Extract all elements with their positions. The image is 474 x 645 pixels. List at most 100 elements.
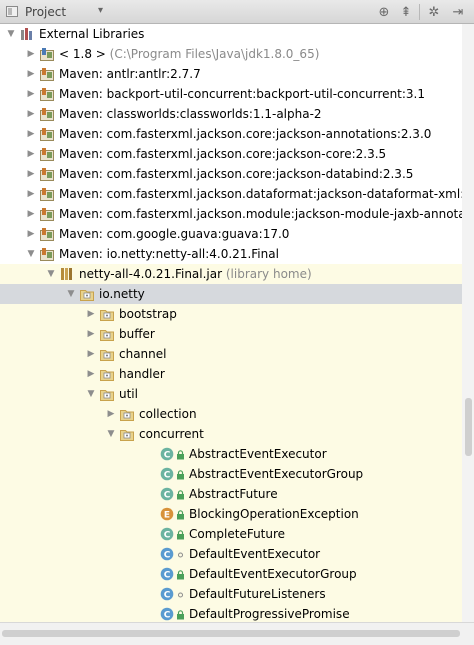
tree-node-label: buffer bbox=[119, 327, 155, 341]
abstract-class-icon: C bbox=[160, 527, 174, 541]
lock-icon bbox=[176, 529, 190, 543]
tree-node-label: util bbox=[119, 387, 138, 401]
tree-node[interactable]: ▶ bootstrap bbox=[0, 304, 462, 324]
tree-node[interactable]: C DefaultEventExecutorGroup bbox=[0, 564, 462, 584]
exception-icon: E bbox=[160, 507, 174, 521]
library-icon bbox=[40, 87, 54, 101]
tree-node[interactable]: ▼ netty-all-4.0.21.Final.jar (library hom… bbox=[0, 264, 462, 284]
tree-node-label: concurrent bbox=[139, 427, 204, 441]
expand-arrow-right-icon[interactable]: ▶ bbox=[26, 108, 36, 120]
tree-node-label: DefaultFutureListeners bbox=[189, 587, 326, 601]
tree-node[interactable]: C DefaultFutureListeners bbox=[0, 584, 462, 604]
tree-node[interactable]: ▼ io.netty bbox=[0, 284, 462, 304]
expand-arrow-right-icon[interactable]: ▶ bbox=[86, 308, 96, 320]
svg-text:C: C bbox=[164, 550, 171, 560]
jar-icon bbox=[60, 267, 74, 281]
tree-node[interactable]: ▶ channel bbox=[0, 344, 462, 364]
tree-node[interactable]: C DefaultProgressivePromise bbox=[0, 604, 462, 622]
lock-icon bbox=[176, 569, 190, 583]
horizontal-scrollbar-thumb[interactable] bbox=[2, 630, 460, 637]
tree-node[interactable]: ▶ handler bbox=[0, 364, 462, 384]
tree-node[interactable]: C AbstractEventExecutor bbox=[0, 444, 462, 464]
library-icon bbox=[40, 147, 54, 161]
tree-node[interactable]: ▶ < 1.8 > (C:\Program Files\Java\jdk1.8.0… bbox=[0, 44, 462, 64]
tree-node[interactable]: ▶ Maven: com.fasterxml.jackson.module:jac… bbox=[0, 204, 462, 224]
tree-node-label: < 1.8 > (C:\Program Files\Java\jdk1.8.0_… bbox=[59, 47, 320, 61]
tree-node-label: DefaultProgressivePromise bbox=[189, 607, 350, 621]
tree-node[interactable]: ▼ concurrent bbox=[0, 424, 462, 444]
tree-node[interactable]: ▶ buffer bbox=[0, 324, 462, 344]
tree-node-label: DefaultEventExecutorGroup bbox=[189, 567, 357, 581]
horizontal-scrollbar[interactable] bbox=[0, 622, 474, 645]
tree-node-label: AbstractEventExecutorGroup bbox=[189, 467, 364, 481]
gear-icon[interactable]: ✲ bbox=[425, 3, 443, 21]
tree-node[interactable]: C AbstractFuture bbox=[0, 484, 462, 504]
tree-node-label: DefaultEventExecutor bbox=[189, 547, 321, 561]
chevron-down-icon[interactable]: ▾ bbox=[98, 5, 103, 16]
tree-node-label: CompleteFuture bbox=[189, 527, 286, 541]
tree-node[interactable]: ▶ Maven: backport-util-concurrent:backpor… bbox=[0, 84, 462, 104]
tree-node-label: AbstractEventExecutor bbox=[189, 447, 327, 461]
tree-node-label: Maven: com.fasterxml.jackson.core:jackso… bbox=[59, 127, 432, 141]
expand-arrow-down-icon[interactable]: ▼ bbox=[26, 248, 36, 260]
tree-node[interactable]: ▶ Maven: com.fasterxml.jackson.dataformat… bbox=[0, 184, 462, 204]
tree-node-label: External Libraries bbox=[39, 27, 145, 41]
expand-arrow-down-icon[interactable]: ▼ bbox=[6, 28, 16, 40]
tree-node-label: AbstractFuture bbox=[189, 487, 278, 501]
tree-node-label: Maven: antlr:antlr:2.7.7 bbox=[59, 67, 201, 81]
tree-node-suffix: (library home) bbox=[222, 267, 312, 281]
expand-arrow-right-icon[interactable]: ▶ bbox=[26, 88, 36, 100]
library-icon bbox=[40, 167, 54, 181]
tree-node-label: Maven: com.google.guava:guava:17.0 bbox=[59, 227, 290, 241]
tree-node[interactable]: E BlockingOperationException bbox=[0, 504, 462, 524]
locate-icon[interactable]: ⊕ bbox=[375, 3, 393, 21]
expand-arrow-down-icon[interactable]: ▼ bbox=[86, 388, 96, 400]
abstract-class-icon: C bbox=[160, 467, 174, 481]
tool-window-title[interactable]: Project bbox=[25, 5, 66, 19]
tree-node[interactable]: ▶ Maven: classworlds:classworlds:1.1-alph… bbox=[0, 104, 462, 124]
expand-arrow-right-icon[interactable]: ▶ bbox=[86, 368, 96, 380]
vertical-scrollbar-thumb[interactable] bbox=[465, 398, 472, 456]
tree-node[interactable]: C AbstractEventExecutorGroup bbox=[0, 464, 462, 484]
expand-arrow-right-icon[interactable]: ▶ bbox=[26, 188, 36, 200]
library-icon bbox=[40, 227, 54, 241]
tree-node[interactable]: C CompleteFuture bbox=[0, 524, 462, 544]
abstract-class-icon: C bbox=[160, 447, 174, 461]
svg-text:C: C bbox=[164, 570, 171, 580]
expand-arrow-right-icon[interactable]: ▶ bbox=[26, 148, 36, 160]
vertical-scrollbar[interactable] bbox=[462, 24, 474, 622]
expand-arrow-right-icon[interactable]: ▶ bbox=[26, 68, 36, 80]
class-icon: C bbox=[160, 587, 174, 601]
tree-node[interactable]: ▶ Maven: com.fasterxml.jackson.core:jacks… bbox=[0, 124, 462, 144]
project-tree[interactable]: ▼ External Libraries ▶ < 1.8 > (C:\Program … bbox=[0, 24, 462, 622]
tree-node[interactable]: ▶ Maven: com.fasterxml.jackson.core:jacks… bbox=[0, 144, 462, 164]
tree-node[interactable]: ▶ Maven: antlr:antlr:2.7.7 bbox=[0, 64, 462, 84]
tree-node[interactable]: ▼ util bbox=[0, 384, 462, 404]
tree-node[interactable]: ▼ External Libraries bbox=[0, 24, 462, 44]
package-icon bbox=[100, 367, 114, 381]
expand-arrow-right-icon[interactable]: ▶ bbox=[26, 228, 36, 240]
expand-arrow-right-icon[interactable]: ▶ bbox=[86, 348, 96, 360]
expand-arrow-down-icon[interactable]: ▼ bbox=[106, 428, 116, 440]
expand-arrow-right-icon[interactable]: ▶ bbox=[26, 208, 36, 220]
lock-icon bbox=[176, 469, 190, 483]
tree-node[interactable]: ▶ Maven: com.fasterxml.jackson.core:jacks… bbox=[0, 164, 462, 184]
expand-arrow-right-icon[interactable]: ▶ bbox=[26, 128, 36, 140]
library-icon bbox=[40, 127, 54, 141]
tree-node[interactable]: ▶ Maven: com.google.guava:guava:17.0 bbox=[0, 224, 462, 244]
toolbar-separator bbox=[419, 4, 420, 20]
hide-icon[interactable]: ⇥ bbox=[449, 3, 467, 21]
package-icon bbox=[100, 347, 114, 361]
expand-arrow-down-icon[interactable]: ▼ bbox=[66, 288, 76, 300]
collapse-all-icon[interactable]: ⇞ bbox=[397, 3, 415, 21]
expand-arrow-down-icon[interactable]: ▼ bbox=[46, 268, 56, 280]
tree-node[interactable]: ▼ Maven: io.netty:netty-all:4.0.21.Final bbox=[0, 244, 462, 264]
expand-arrow-right-icon[interactable]: ▶ bbox=[26, 168, 36, 180]
tree-node[interactable]: ▶ collection bbox=[0, 404, 462, 424]
expand-arrow-right-icon[interactable]: ▶ bbox=[26, 48, 36, 60]
expand-arrow-right-icon[interactable]: ▶ bbox=[106, 408, 116, 420]
svg-text:C: C bbox=[164, 470, 171, 480]
expand-arrow-right-icon[interactable]: ▶ bbox=[86, 328, 96, 340]
tree-node[interactable]: C DefaultEventExecutor bbox=[0, 544, 462, 564]
tree-node-label: Maven: classworlds:classworlds:1.1-alpha… bbox=[59, 107, 322, 121]
